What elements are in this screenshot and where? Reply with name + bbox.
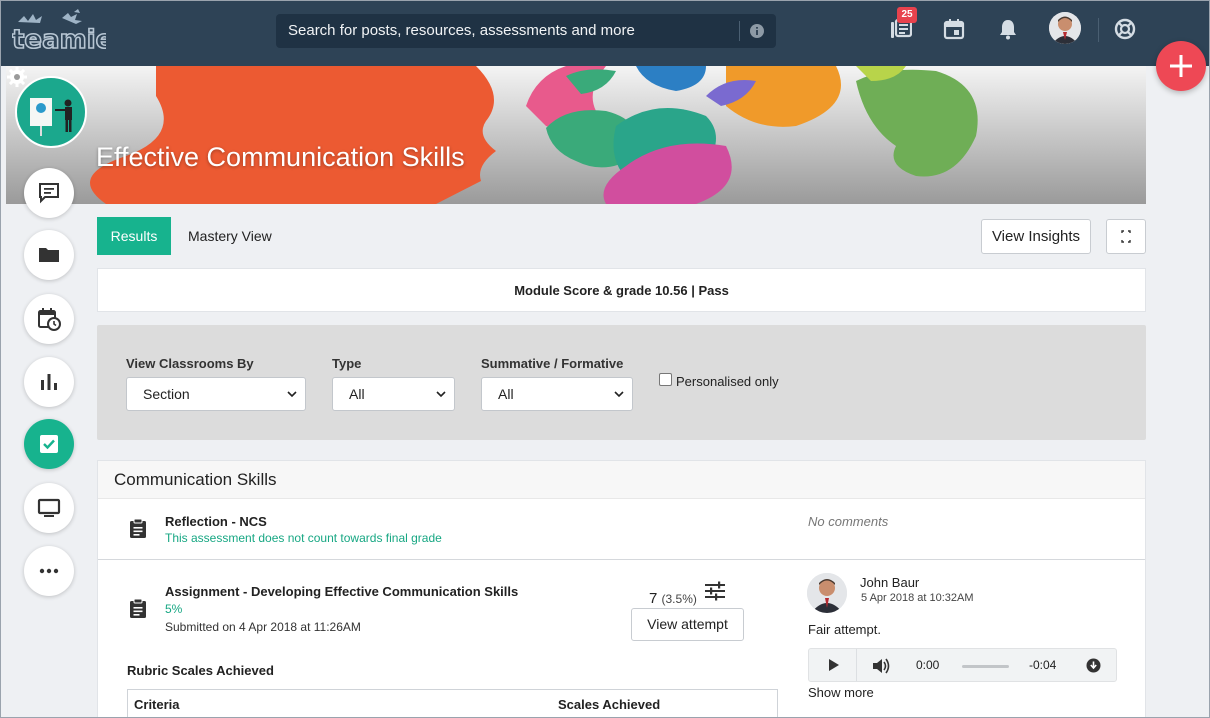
banner-artwork — [90, 66, 978, 204]
audio-player: 0:00 -0:04 — [808, 648, 1117, 682]
calendar-clock-icon — [38, 308, 61, 331]
module-score-banner: Module Score & grade 10.56 | Pass — [97, 268, 1146, 312]
volume-icon[interactable] — [871, 657, 891, 675]
chevron-down-icon — [287, 391, 297, 398]
audio-elapsed-time: 0:00 — [916, 658, 940, 672]
assessment-weight: 5% — [165, 602, 183, 616]
type-label: Type — [332, 356, 362, 371]
filters-panel: View Classrooms By Section Type All Summ… — [97, 325, 1146, 440]
header-divider — [1098, 18, 1099, 42]
create-new-button[interactable] — [1156, 41, 1206, 91]
tune-sliders-icon[interactable] — [704, 581, 726, 601]
bell-icon[interactable] — [997, 18, 1019, 40]
rail-more-button[interactable] — [24, 546, 74, 596]
logo-text: teamie — [12, 25, 106, 54]
type-value: All — [349, 386, 365, 402]
notification-count-badge: 25 — [897, 7, 917, 23]
rubric-header-scales: Scales Achieved — [558, 697, 661, 712]
audio-progress-track[interactable] — [962, 665, 1009, 668]
assessment-title[interactable]: Assignment - Developing Effective Commun… — [165, 584, 518, 599]
assessment-clipboard-icon — [130, 518, 146, 538]
rubric-title: Rubric Scales Achieved — [127, 663, 274, 678]
results-card: Communication Skills Reflection - NCS Th… — [97, 460, 1146, 718]
assessment-title[interactable]: Reflection - NCS — [165, 514, 267, 529]
monitor-icon — [37, 498, 61, 517]
personalised-label[interactable]: Personalised only — [676, 374, 779, 389]
comment-date: 5 Apr 2018 at 10:32AM — [861, 592, 974, 604]
calendar-icon[interactable] — [943, 18, 965, 40]
submission-date: Submitted on 4 Apr 2018 at 11:26AM — [165, 620, 361, 634]
score-value: 7 — [649, 590, 658, 607]
user-avatar[interactable] — [1049, 12, 1081, 44]
rail-discussions-button[interactable] — [24, 168, 74, 218]
more-icon — [39, 568, 59, 574]
chevron-down-icon — [614, 391, 624, 398]
rail-resources-button[interactable] — [24, 230, 74, 280]
assessment-clipboard-icon — [130, 598, 146, 618]
section-title: Communication Skills — [98, 461, 1145, 499]
rail-analytics-button[interactable] — [24, 357, 74, 407]
classrooms-value: Section — [143, 386, 190, 402]
tab-results[interactable]: Results — [97, 217, 171, 255]
top-navigation-bar: teamie Search for posts, resources, asse… — [0, 0, 1210, 66]
course-banner: Effective Communication Skills — [6, 66, 1146, 204]
play-button[interactable] — [809, 649, 857, 681]
assessment-score: 7 (3.5%) — [649, 590, 697, 607]
play-icon — [829, 659, 839, 671]
rail-schedule-button[interactable] — [24, 294, 74, 344]
rubric-table: Criteria Scales Achieved — [127, 689, 778, 718]
fullscreen-button[interactable] — [1106, 219, 1146, 254]
view-insights-button[interactable]: View Insights — [981, 219, 1091, 254]
help-lifebuoy-icon[interactable] — [1114, 18, 1136, 40]
chevron-down-icon — [436, 391, 446, 398]
download-icon[interactable] — [1086, 658, 1101, 673]
search-placeholder: Search for posts, resources, assessments… — [288, 22, 635, 39]
checkbox-icon — [40, 435, 58, 453]
personalised-checkbox[interactable] — [659, 373, 672, 386]
folder-icon — [39, 248, 59, 262]
type-select[interactable]: All — [332, 377, 455, 411]
no-comments-text: No comments — [808, 514, 889, 529]
commenter-name[interactable]: John Baur — [860, 575, 919, 590]
expand-icon — [1121, 230, 1131, 243]
summative-select[interactable]: All — [481, 377, 633, 411]
search-input[interactable]: Search for posts, resources, assessments… — [276, 14, 776, 48]
comment-text: Fair attempt. — [808, 622, 881, 637]
rubric-header-criteria: Criteria — [134, 697, 180, 712]
chat-icon — [39, 183, 59, 204]
bar-chart-icon — [41, 374, 57, 390]
row-divider — [98, 559, 1145, 560]
search-divider — [739, 21, 740, 41]
summative-value: All — [498, 386, 514, 402]
gear-icon[interactable] — [6, 66, 28, 88]
tab-mastery-view[interactable]: Mastery View — [188, 217, 272, 255]
commenter-avatar[interactable] — [807, 573, 847, 613]
rail-gradebook-button[interactable] — [24, 419, 74, 469]
show-more-link[interactable]: Show more — [808, 685, 874, 700]
teamie-logo[interactable]: teamie — [11, 8, 114, 56]
rail-classroom-button[interactable] — [24, 483, 74, 533]
info-icon[interactable] — [750, 24, 764, 38]
audio-remaining-time: -0:04 — [1029, 658, 1057, 672]
assessment-grade-note: This assessment does not count towards f… — [165, 531, 442, 545]
course-title: Effective Communication Skills — [96, 142, 465, 172]
course-avatar[interactable] — [15, 76, 87, 148]
score-percent: (3.5%) — [661, 592, 697, 606]
summative-label: Summative / Formative — [481, 356, 624, 371]
plus-icon — [1170, 55, 1192, 77]
view-attempt-button[interactable]: View attempt — [631, 608, 744, 641]
classrooms-select[interactable]: Section — [126, 377, 306, 411]
classrooms-label: View Classrooms By — [126, 356, 254, 371]
